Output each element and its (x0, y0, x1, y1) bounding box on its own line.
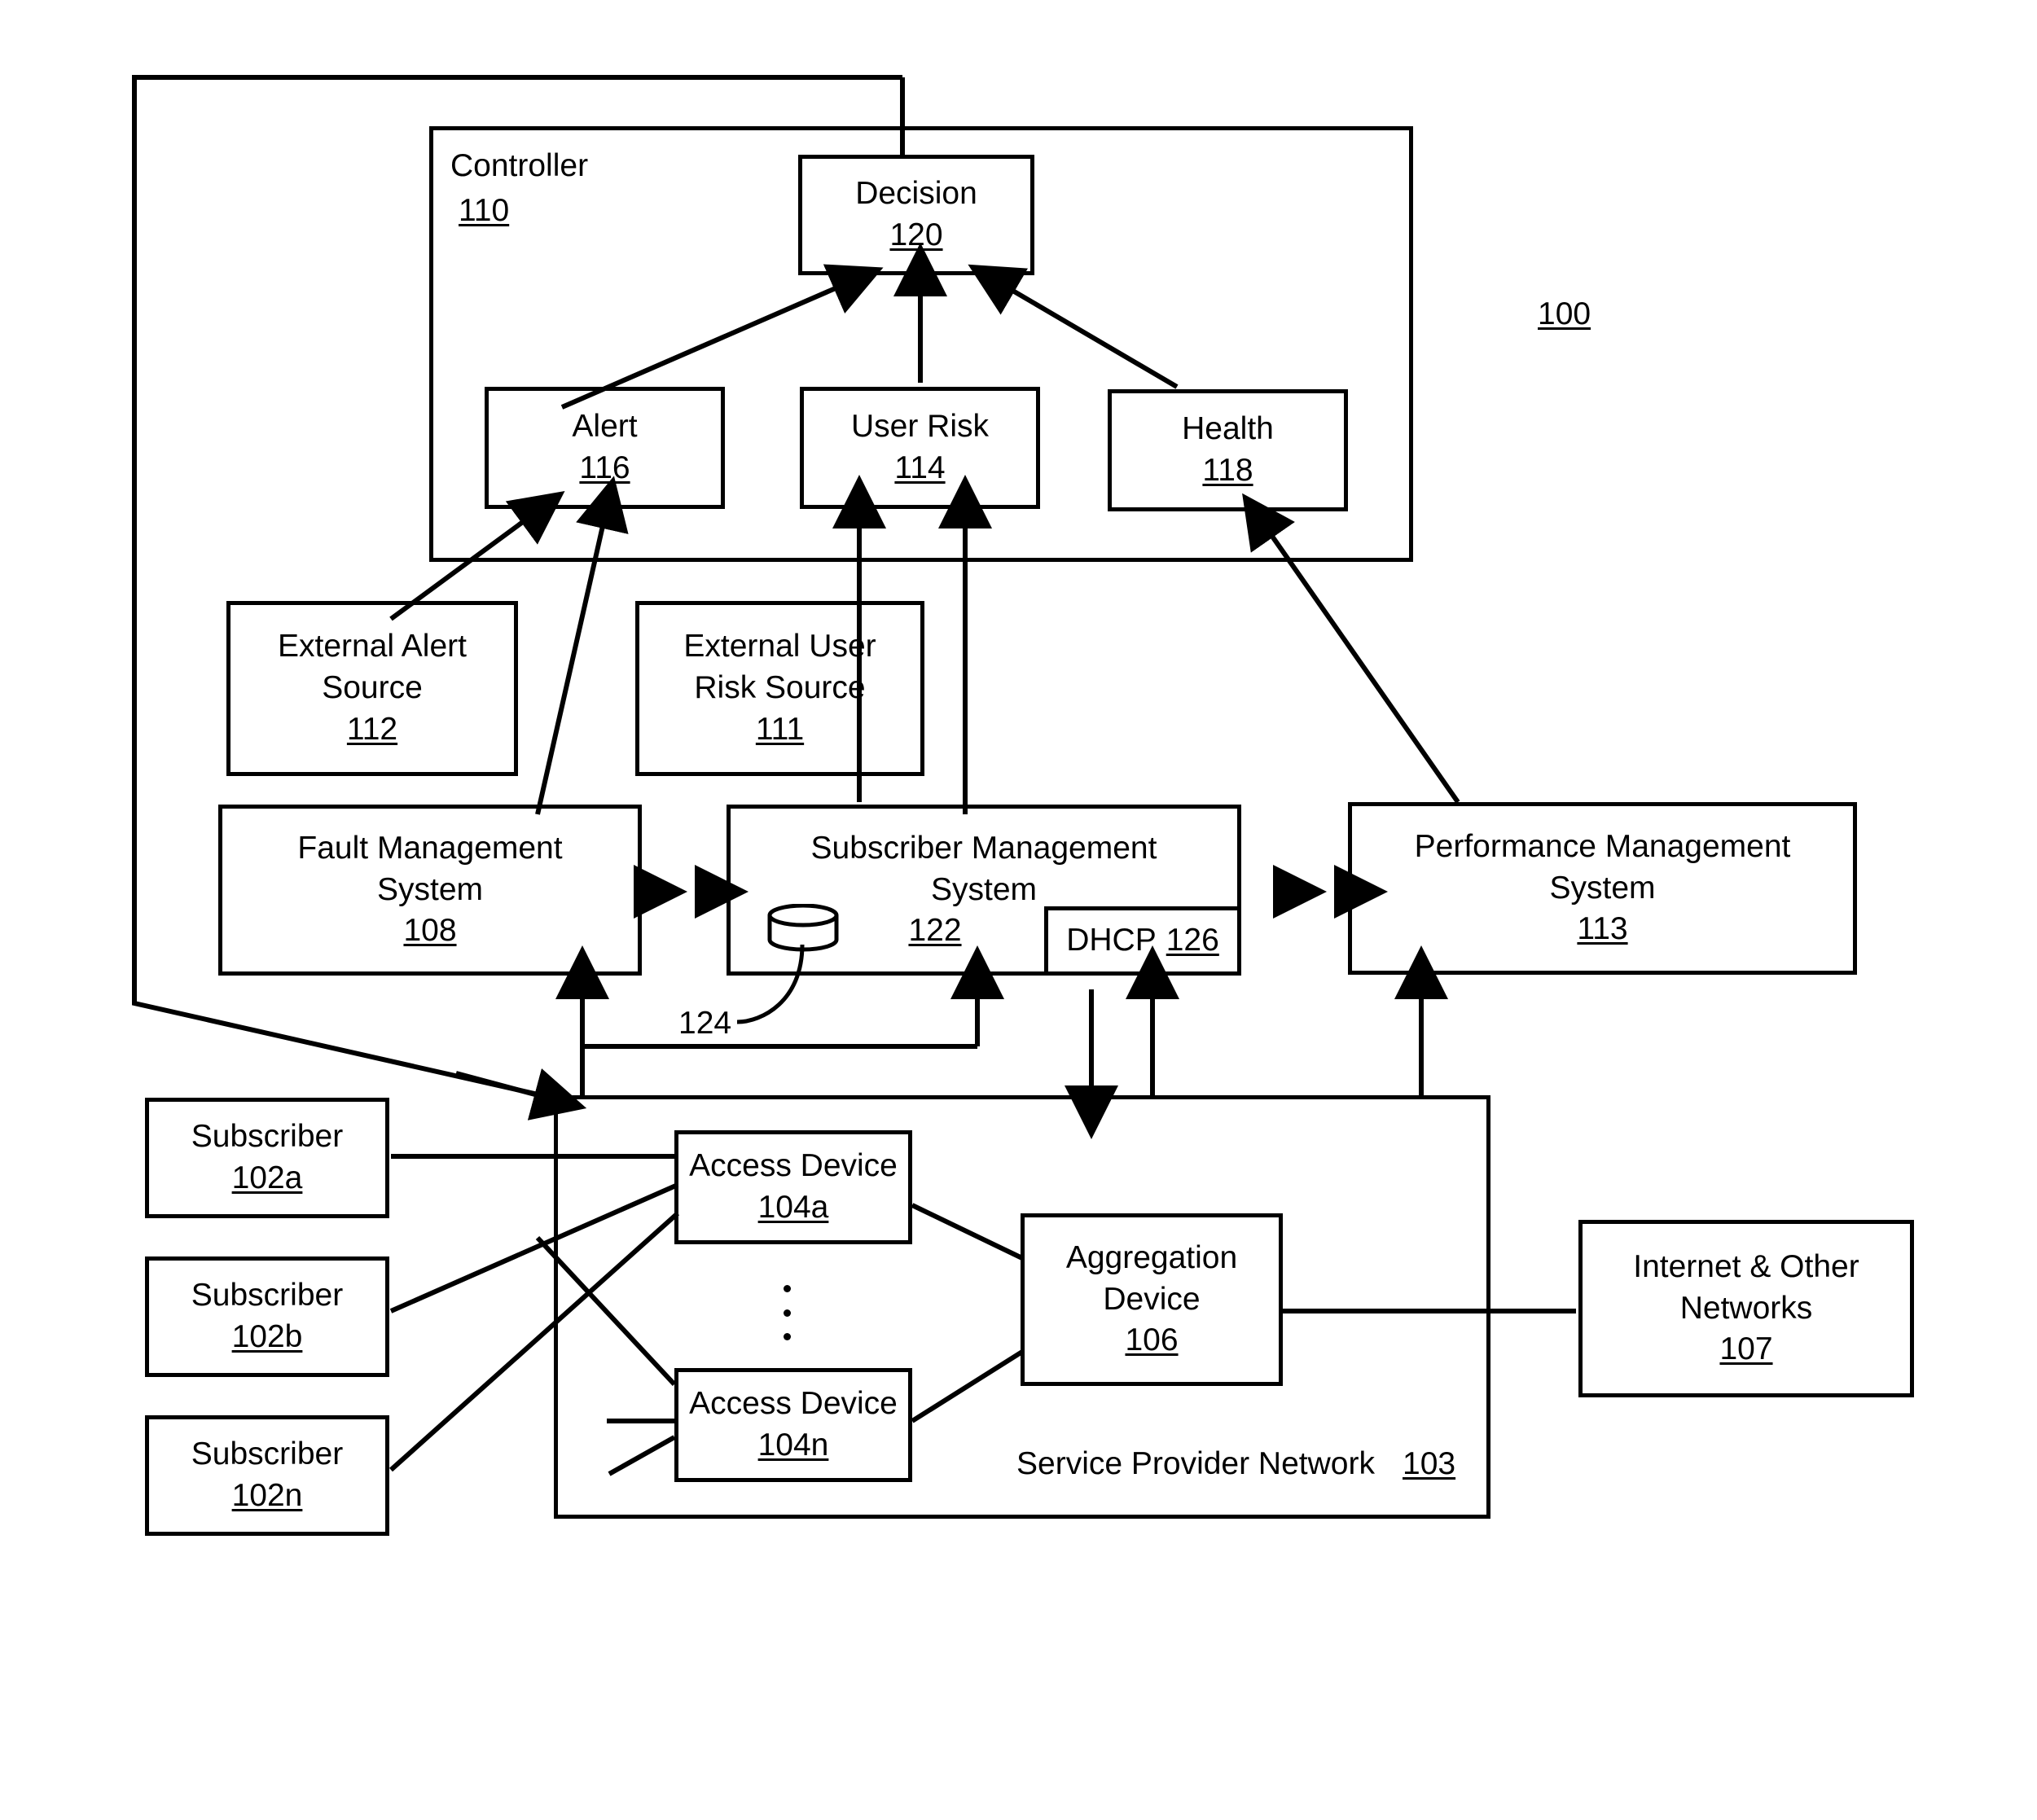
access-device-104n-box[interactable]: Access Device 104n (674, 1368, 912, 1482)
internet-ref: 107 (1719, 1331, 1773, 1367)
external-alert-source-box[interactable]: External Alert Source 112 (226, 601, 518, 776)
health-title: Health (1182, 411, 1274, 447)
alert-ref: 116 (579, 450, 630, 485)
fault-subscriber-link-dot (667, 888, 675, 896)
fault-management-ref: 108 (403, 913, 457, 949)
alert-box[interactable]: Alert 116 (485, 387, 725, 509)
perf-to-health-arrow (1242, 493, 1460, 804)
subscriber-102b-box[interactable]: Subscriber 102b (145, 1256, 389, 1377)
spn-title: Service Provider Network (1016, 1446, 1375, 1481)
user-risk-title: User Risk (850, 409, 989, 445)
performance-management-system-box[interactable]: Performance Management System 113 (1348, 802, 1857, 975)
internet-other-networks-box[interactable]: Internet & Other Networks 107 (1578, 1220, 1914, 1397)
fault-management-title: Fault Management System (297, 830, 563, 907)
internet-title: Internet & Other Networks (1633, 1248, 1859, 1326)
user-risk-ref: 114 (894, 450, 946, 485)
performance-management-ref: 113 (1577, 911, 1628, 947)
subscriber-102n-ref: 102n (231, 1478, 303, 1513)
decision-box[interactable]: Decision 120 (798, 155, 1034, 275)
subscriber-102n-title: Subscriber (191, 1436, 344, 1472)
decision-ref: 120 (889, 217, 943, 252)
spn-ref: 103 (1403, 1446, 1456, 1481)
figure-ref-label: 100 (1538, 296, 1591, 331)
subscriber-management-title: Subscriber Management System (810, 830, 1157, 907)
database-icon (766, 903, 841, 954)
user-risk-box[interactable]: User Risk 114 (800, 387, 1040, 509)
access-device-104a-box[interactable]: Access Device 104a (674, 1130, 912, 1244)
external-user-risk-source-box[interactable]: External User Risk Source 111 (635, 601, 924, 776)
access-device-104n-ref: 104n (757, 1427, 829, 1463)
decision-title: Decision (855, 176, 977, 212)
subscriber-management-ref: 122 (908, 913, 962, 949)
fault-to-alert-arrow (535, 476, 629, 815)
access-device-104n-title: Access Device (689, 1386, 898, 1422)
patent-figure: Controller 110 Service Provider Network … (0, 0, 2037, 1820)
aggregation-device-title: Aggregation Device (1065, 1239, 1238, 1317)
external-user-risk-source-ref: 111 (755, 711, 805, 747)
aggregation-device-box[interactable]: Aggregation Device 106 (1021, 1213, 1283, 1386)
controller-ref: 110 (459, 193, 510, 228)
subscriber-102n-box[interactable]: Subscriber 102n (145, 1415, 389, 1536)
aggregation-device-ref: 106 (1125, 1322, 1179, 1358)
vertical-ellipsis-icon (782, 1285, 792, 1340)
fault-management-system-box[interactable]: Fault Management System 108 (218, 805, 642, 976)
controller-title: Controller (450, 148, 589, 183)
subscriber-102b-title: Subscriber (191, 1278, 344, 1313)
health-ref: 118 (1202, 453, 1253, 488)
subscriber-102b-ref: 102b (231, 1319, 303, 1354)
external-alert-source-ref: 112 (346, 711, 398, 747)
health-box[interactable]: Health 118 (1108, 389, 1348, 511)
subscriber-102a-title: Subscriber (191, 1119, 344, 1155)
subscriber-perf-link-dot (1306, 888, 1315, 896)
subscriber-102a-box[interactable]: Subscriber 102a (145, 1098, 389, 1218)
database-ref-label: 124 (678, 1006, 732, 1041)
external-user-risk-source-title: External User Risk Source (683, 629, 876, 706)
dhcp-ref: 126 (1166, 923, 1219, 958)
subscriber-102a-ref: 102a (231, 1160, 303, 1195)
performance-management-title: Performance Management System (1414, 828, 1791, 906)
alert-title: Alert (572, 409, 638, 445)
system-boundary-arrow (455, 1068, 587, 1121)
dhcp-title: DHCP (1066, 923, 1157, 958)
dhcp-box[interactable]: DHCP 126 (1044, 906, 1241, 976)
access-device-104a-title: Access Device (689, 1148, 898, 1184)
access-device-104a-ref: 104a (757, 1190, 829, 1225)
external-alert-source-title: External Alert Source (278, 629, 467, 706)
